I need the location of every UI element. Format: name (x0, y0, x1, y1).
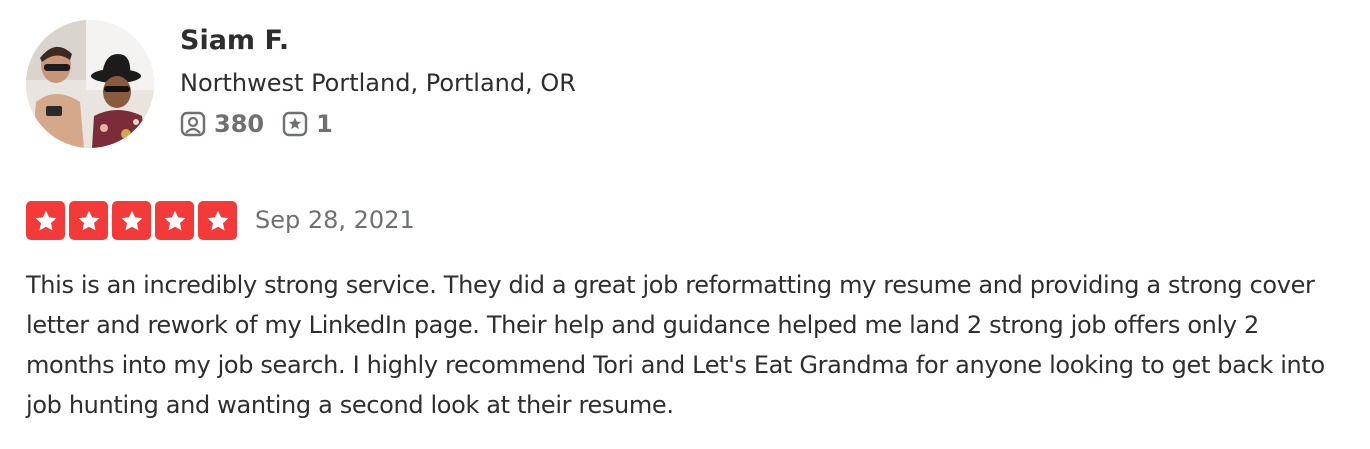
avatar-photo (26, 20, 154, 148)
review-count-stat: 380 (180, 110, 264, 138)
photo-count-stat: 1 (282, 110, 333, 138)
review-count: 380 (214, 110, 265, 138)
user-info: Siam F. Northwest Portland, Portland, OR… (180, 20, 576, 138)
user-name-link[interactable]: Siam F. (180, 24, 576, 58)
star-icon (69, 201, 108, 240)
rating-row: Sep 28, 2021 (26, 201, 1356, 240)
star-icon (112, 201, 151, 240)
star-rating (26, 201, 237, 240)
user-stats: 380 1 (180, 110, 576, 138)
user-location: Northwest Portland, Portland, OR (180, 69, 576, 97)
user-header: Siam F. Northwest Portland, Portland, OR… (26, 20, 1356, 148)
review-text: This is an incredibly strong service. Th… (26, 271, 1325, 419)
review-count-icon (180, 111, 206, 137)
star-icon (26, 201, 65, 240)
review-date: Sep 28, 2021 (255, 206, 415, 234)
star-icon (198, 201, 237, 240)
photo-star-icon (282, 111, 308, 137)
star-icon (155, 201, 194, 240)
photo-count: 1 (316, 110, 333, 138)
review-card: Siam F. Northwest Portland, Portland, OR… (26, 20, 1356, 449)
avatar[interactable] (26, 20, 154, 148)
